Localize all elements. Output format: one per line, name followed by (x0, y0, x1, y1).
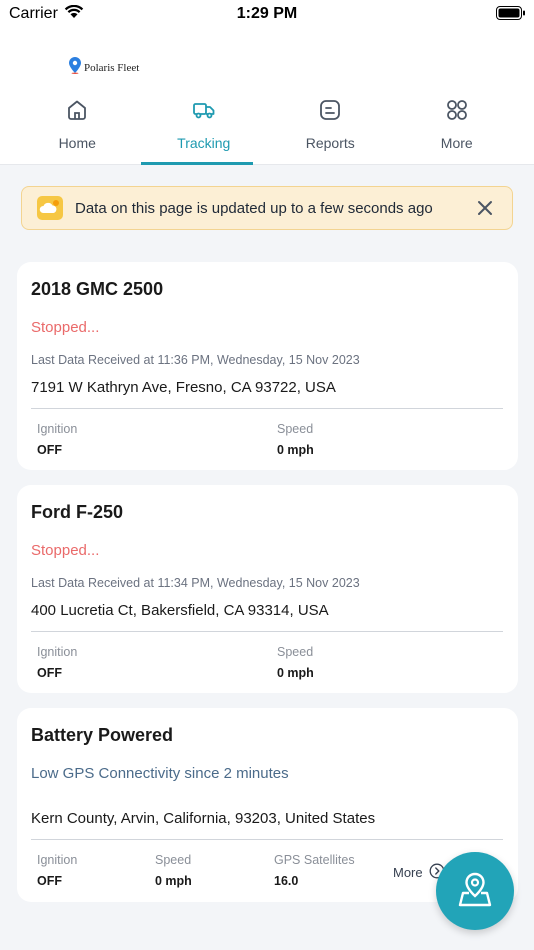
active-tab-indicator (140, 162, 253, 165)
vehicle-name: Battery Powered (31, 725, 174, 745)
tab-label: Tracking (177, 135, 231, 151)
vehicle-name: Ford F-250 (31, 502, 124, 522)
update-info-banner: Data on this page is updated up to a few… (21, 186, 513, 230)
gps-connectivity-status: Low GPS Connectivity since 2 minutes (31, 765, 289, 782)
ignition-label: Ignition (37, 853, 78, 867)
map-view-button[interactable] (436, 852, 514, 930)
tab-tracking[interactable]: Tracking (140, 94, 268, 165)
divider (31, 408, 503, 409)
vehicle-address: 7191 W Kathryn Ave, Fresno, CA 93722, US… (31, 379, 336, 396)
tab-label: Reports (305, 135, 355, 151)
ignition-value: OFF (37, 874, 62, 888)
grid-icon (445, 98, 469, 127)
vehicle-name: 2018 GMC 2500 (31, 279, 164, 299)
speed-value: 0 mph (277, 666, 314, 680)
truck-icon (192, 98, 216, 127)
tab-label: Home (58, 135, 96, 151)
tab-label: More (440, 135, 473, 151)
main-nav: Home Tracking Reports More (14, 94, 520, 165)
vehicle-address: Kern County, Arvin, California, 93203, U… (31, 810, 376, 827)
tab-home[interactable]: Home (14, 94, 141, 165)
more-label: More (393, 865, 423, 880)
battery-icon (496, 6, 526, 25)
vehicle-status: Stopped... (31, 542, 100, 559)
vehicle-status: Stopped... (31, 319, 100, 336)
ignition-label: Ignition (37, 645, 78, 659)
divider (31, 839, 503, 840)
tab-more[interactable]: More (394, 94, 521, 165)
gps-satellites-label: GPS Satellites (274, 853, 355, 867)
location-pin-icon (69, 57, 81, 79)
speed-label: Speed (277, 645, 314, 659)
home-icon (65, 98, 89, 127)
close-icon[interactable] (476, 199, 494, 222)
last-data-received: Last Data Received at 11:34 PM, Wednesda… (31, 576, 360, 590)
app-header: Polaris Fleet Home Tracking Reports More (0, 30, 534, 165)
brand-name: Polaris Fleet (84, 62, 140, 74)
brand-logo[interactable]: Polaris Fleet (69, 57, 139, 79)
banner-message: Data on this page is updated up to a few… (75, 200, 433, 217)
speed-label: Speed (277, 422, 314, 436)
ignition-value: OFF (37, 443, 62, 457)
vehicle-address: 400 Lucretia Ct, Bakersfield, CA 93314, … (31, 602, 329, 619)
ignition-value: OFF (37, 666, 62, 680)
tab-reports[interactable]: Reports (267, 94, 394, 165)
divider (31, 631, 503, 632)
gps-satellites-value: 16.0 (274, 874, 299, 888)
vehicle-card[interactable]: Ford F-250 Stopped... Last Data Received… (17, 485, 518, 693)
speed-label: Speed (155, 853, 192, 867)
last-data-received: Last Data Received at 11:36 PM, Wednesda… (31, 353, 360, 367)
vehicle-card[interactable]: 2018 GMC 2500 Stopped... Last Data Recei… (17, 262, 518, 470)
map-pin-icon (458, 872, 492, 907)
cloud-sun-icon (37, 196, 63, 225)
speed-value: 0 mph (277, 443, 314, 457)
reports-icon (318, 98, 342, 127)
speed-value: 0 mph (155, 874, 192, 888)
status-bar: Carrier 1:29 PM (0, 0, 534, 30)
ignition-label: Ignition (37, 422, 78, 436)
clock: 1:29 PM (236, 5, 298, 22)
